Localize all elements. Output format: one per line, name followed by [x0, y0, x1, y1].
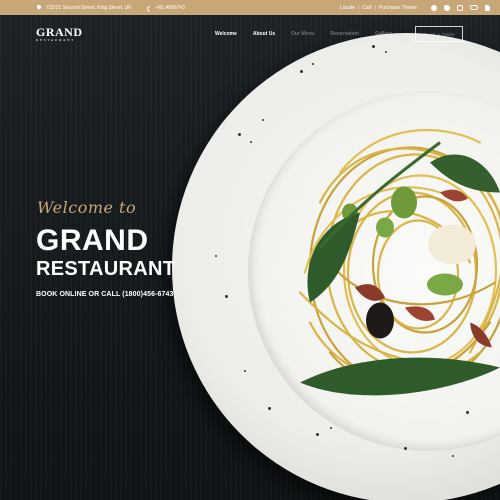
phone-icon	[146, 5, 152, 11]
nav-our-menu[interactable]: Our Menu	[291, 31, 314, 37]
pepper-speck	[225, 295, 228, 298]
pepper-speck	[215, 255, 217, 257]
pepper-speck	[268, 407, 271, 410]
pepper-speck	[452, 455, 454, 457]
social-links	[431, 4, 490, 11]
main-navigation: Welcome About Us Our Menu Reservation Ga…	[215, 31, 392, 37]
yelp-icon[interactable]	[485, 4, 490, 11]
pepper-speck	[316, 433, 319, 436]
hero-title-line1: GRAND	[36, 224, 149, 257]
hero-title-line2: RESTAURANT	[36, 258, 176, 280]
contact-info: 732/21 Second Street, King Street, UK +6…	[36, 5, 185, 11]
link-divider: |	[357, 4, 360, 11]
pepper-speck	[300, 70, 303, 73]
logo-text: GRAND	[36, 25, 83, 39]
locate-link[interactable]: Locate	[340, 5, 355, 11]
facebook-icon[interactable]	[431, 4, 437, 11]
pepper-speck	[250, 141, 252, 143]
pepper-speck	[330, 427, 332, 429]
book-table-button[interactable]: Book a Table	[415, 26, 463, 42]
instagram-icon[interactable]	[457, 4, 463, 11]
twitter-icon[interactable]	[444, 4, 450, 11]
address-text: 732/21 Second Street, King Street, UK	[46, 4, 132, 11]
booking-callout[interactable]: BOOK ONLINE OR CALL (1800)456-6743	[36, 291, 173, 298]
pepper-speck	[262, 119, 264, 121]
location-pin-icon	[36, 5, 42, 11]
welcome-script-text: Welcome to	[37, 198, 137, 217]
link-divider: |	[374, 4, 377, 11]
nav-welcome[interactable]: Welcome	[215, 31, 237, 37]
pepper-speck	[372, 45, 375, 48]
nav-gallery[interactable]: Gallery	[375, 31, 392, 37]
pepper-speck	[404, 447, 407, 450]
phone-text[interactable]: +65.4566743	[156, 5, 185, 11]
pepper-speck	[466, 411, 469, 414]
cart-link[interactable]: Cart	[362, 5, 371, 11]
pepper-speck	[385, 51, 387, 53]
nav-about-us[interactable]: About Us	[253, 31, 275, 37]
top-info-bar: 732/21 Second Street, King Street, UK +6…	[0, 0, 500, 15]
purchase-theme-link[interactable]: Purchase Theme	[379, 5, 417, 11]
pepper-speck	[244, 370, 246, 372]
site-logo[interactable]: GRAND RESTAURANT	[36, 26, 83, 43]
utility-links: Locate | Cart | Purchase Theme	[340, 5, 417, 11]
nav-reservation[interactable]: Reservation	[330, 31, 359, 37]
pepper-speck	[238, 133, 241, 136]
pepper-speck	[312, 63, 314, 65]
tripadvisor-icon[interactable]	[470, 5, 478, 10]
